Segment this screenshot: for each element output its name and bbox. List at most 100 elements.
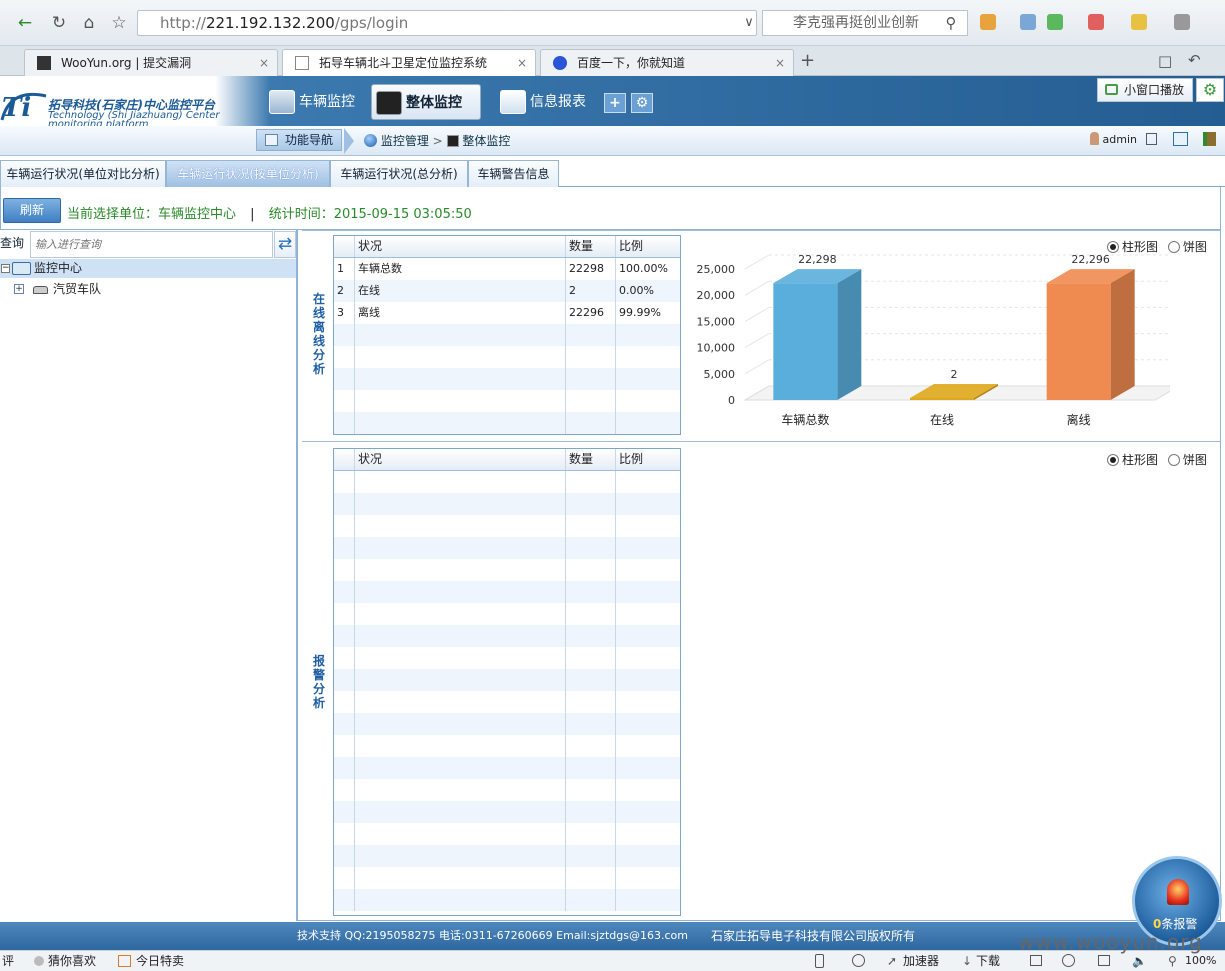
table-row[interactable] xyxy=(334,390,680,412)
table-row[interactable] xyxy=(334,625,680,647)
table-row[interactable] xyxy=(334,845,680,867)
unit-info: 当前选择单位：车辆监控中心 | 统计时间：2015-09-15 03:05:50 xyxy=(67,203,472,222)
function-nav-button[interactable]: 功能导航 xyxy=(256,129,342,151)
menu-overall-monitor[interactable]: 整体监控 xyxy=(371,84,481,120)
settings-icon[interactable]: ⚙ xyxy=(1196,78,1224,102)
tree-node-root[interactable]: − 监控中心 xyxy=(0,259,296,278)
close-icon[interactable]: × xyxy=(259,50,269,76)
table-row[interactable] xyxy=(334,368,680,390)
zoom-level[interactable]: 100% xyxy=(1185,951,1216,971)
crumb-level1[interactable]: 监控管理 xyxy=(381,134,429,148)
speed-icon[interactable] xyxy=(852,954,865,967)
menu-icon[interactable] xyxy=(1174,14,1190,30)
window-icon[interactable] xyxy=(1030,955,1042,966)
table-row[interactable] xyxy=(334,779,680,801)
radio-pie-chart[interactable]: 饼图 xyxy=(1167,453,1207,467)
phone-icon[interactable] xyxy=(815,954,824,968)
document-icon[interactable] xyxy=(1146,133,1158,145)
upload-icon[interactable] xyxy=(1172,132,1188,146)
close-icon[interactable]: × xyxy=(517,50,527,76)
find-icon[interactable] xyxy=(1020,14,1036,30)
table-row[interactable] xyxy=(334,801,680,823)
table-row[interactable] xyxy=(334,867,680,889)
browser-tab-wooyun[interactable]: WooYun.org | 提交漏洞 × xyxy=(24,49,278,76)
table-row[interactable]: 2 在线 2 0.00% xyxy=(334,280,680,302)
home-icon[interactable]: ⌂ xyxy=(78,12,100,34)
table-row[interactable] xyxy=(334,493,680,515)
status-sale[interactable]: 今日特卖 xyxy=(136,951,184,971)
status-comment[interactable]: 评 xyxy=(2,951,14,971)
table-row[interactable] xyxy=(334,691,680,713)
bar[interactable] xyxy=(910,398,974,400)
table-row[interactable] xyxy=(334,735,680,757)
expand-icon[interactable]: + xyxy=(14,284,24,294)
undo-icon[interactable]: ↶ xyxy=(1188,51,1201,69)
tab-unit-compare[interactable]: 车辆运行状况(单位对比分析) xyxy=(0,160,166,187)
volume-icon[interactable]: 🔈 xyxy=(1132,951,1147,971)
online-offline-table: 状况 数量 比例 1 车辆总数 22298 100.00% 2 在线 2 0.00% 3 离线 22… xyxy=(333,235,681,435)
table-row[interactable] xyxy=(334,713,680,735)
fullscreen-icon[interactable] xyxy=(1098,955,1110,966)
status-accelerator[interactable]: 加速器 xyxy=(903,951,939,971)
table-row[interactable] xyxy=(334,757,680,779)
table-row[interactable]: 1 车辆总数 22298 100.00% xyxy=(334,258,680,280)
add-icon[interactable]: + xyxy=(604,93,626,113)
reader-icon[interactable] xyxy=(1088,14,1104,30)
radio-pie-chart[interactable]: 饼图 xyxy=(1167,240,1207,254)
gear-icon[interactable]: ⚙ xyxy=(631,93,653,113)
extension-icon[interactable] xyxy=(1131,14,1147,30)
close-icon[interactable]: × xyxy=(775,50,785,76)
tab-vehicle-alerts[interactable]: 车辆警告信息 xyxy=(468,160,559,187)
table-cell-ratio xyxy=(616,346,682,368)
table-row[interactable] xyxy=(334,515,680,537)
menu-info-report[interactable]: 信息报表 xyxy=(496,84,596,120)
table-row[interactable] xyxy=(334,581,680,603)
status-guess[interactable]: 猜你喜欢 xyxy=(48,951,96,971)
table-cell-no: 3 xyxy=(334,302,355,324)
refresh-button[interactable]: 刷新 xyxy=(3,198,61,223)
shield-icon[interactable] xyxy=(1047,14,1063,30)
table-cell-status: 离线 xyxy=(355,302,566,324)
table-row[interactable] xyxy=(334,669,680,691)
back-icon[interactable]: ← xyxy=(14,12,36,34)
table-cell-status xyxy=(355,603,566,625)
browser-search[interactable]: 李克强再挺创业创新 xyxy=(762,10,968,36)
table-row[interactable] xyxy=(334,346,680,368)
table-row[interactable] xyxy=(334,603,680,625)
table-row[interactable] xyxy=(334,889,680,911)
table-row[interactable] xyxy=(334,559,680,581)
tree-node-child[interactable]: + 汽贸车队 xyxy=(0,280,101,299)
chevron-down-icon[interactable]: ∨ xyxy=(738,12,760,34)
tab-total-analysis[interactable]: 车辆运行状况(总分析) xyxy=(330,160,468,187)
table-row[interactable]: 3 离线 22296 99.99% xyxy=(334,302,680,324)
radio-bar-chart[interactable]: 柱形图 xyxy=(1107,453,1158,467)
table-row[interactable] xyxy=(334,823,680,845)
table-row[interactable] xyxy=(334,412,680,434)
browser-tab-baidu[interactable]: 百度一下，你就知道 × xyxy=(540,49,794,76)
table-row[interactable] xyxy=(334,324,680,346)
search-icon[interactable]: ⚲ xyxy=(940,12,962,34)
star-icon[interactable]: ☆ xyxy=(108,12,130,34)
waveform-icon xyxy=(446,135,459,147)
browser-tab-gps[interactable]: 拓导车辆北斗卫星定位监控系统 × xyxy=(282,49,536,76)
logout-icon[interactable] xyxy=(1203,132,1217,146)
restore-tabs-icon[interactable]: □ xyxy=(1158,52,1172,70)
status-download[interactable]: 下载 xyxy=(976,951,1000,971)
collapse-icon[interactable]: − xyxy=(1,264,10,273)
table-row[interactable] xyxy=(334,537,680,559)
menu-vehicle-monitor[interactable]: 车辆监控 xyxy=(265,84,363,120)
reload-icon[interactable]: ↻ xyxy=(48,12,70,34)
table-row[interactable] xyxy=(334,647,680,669)
tree-search-input[interactable] xyxy=(30,231,273,258)
table-row[interactable] xyxy=(334,471,680,493)
new-tab-button[interactable]: + xyxy=(800,50,815,71)
refresh-tree-icon[interactable]: ⇄ xyxy=(274,231,296,258)
url-bar[interactable]: http://221.192.132.200/gps/login xyxy=(137,10,757,36)
bar[interactable] xyxy=(773,283,838,400)
apps-icon[interactable] xyxy=(980,14,996,30)
mini-window-button[interactable]: 小窗口播放 xyxy=(1097,78,1193,102)
bar[interactable] xyxy=(1046,283,1111,400)
tab-by-unit[interactable]: 车辆运行状况(按单位分析) xyxy=(166,160,330,187)
ie-icon[interactable] xyxy=(1062,954,1075,967)
header-ratio: 比例 xyxy=(619,239,644,253)
